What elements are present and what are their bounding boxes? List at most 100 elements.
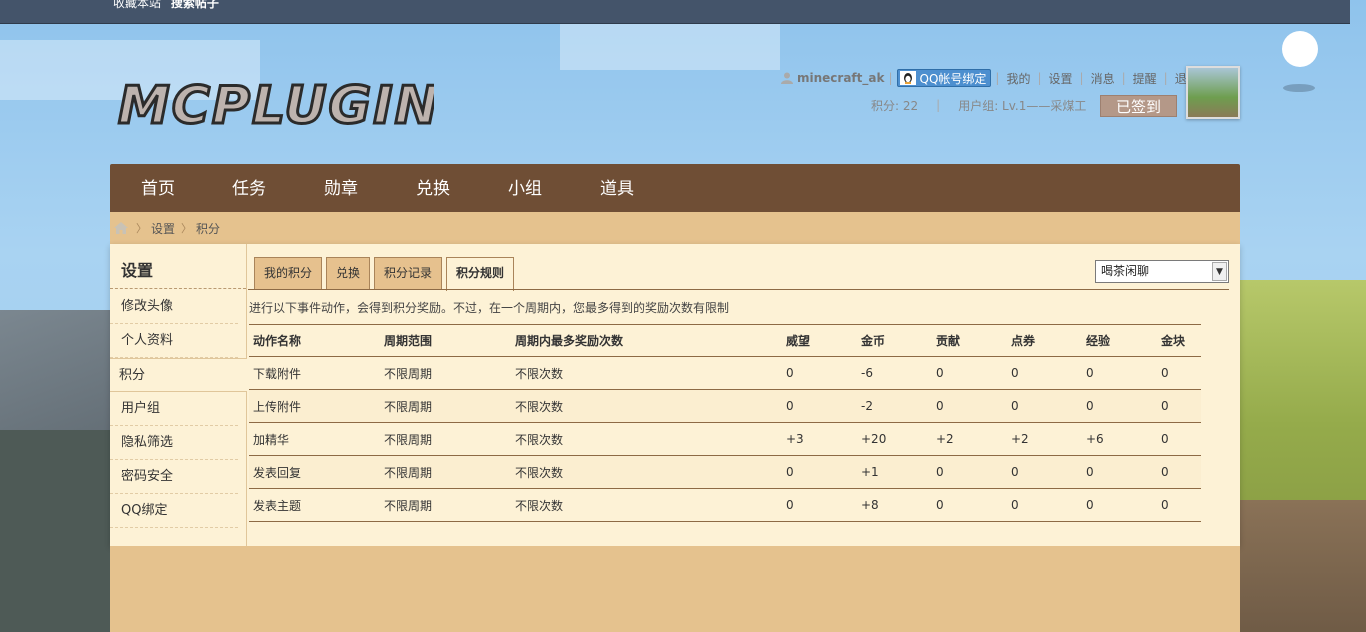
- floating-circle-button[interactable]: [1282, 31, 1318, 67]
- table-row: 发表回复 不限周期 不限次数 0 +1 0 0 0 0: [249, 455, 1201, 489]
- separator: |: [888, 71, 893, 85]
- sidebar-item-profile[interactable]: 个人资料: [110, 324, 238, 358]
- lower-panel: [110, 546, 1240, 632]
- main-nav: 首页 任务 勋章 兑换 小组 道具: [110, 164, 1240, 212]
- table-cell: +2: [1007, 422, 1082, 456]
- separator: |: [1079, 71, 1084, 85]
- table-cell: +6: [1082, 422, 1157, 456]
- table-row: 加精华 不限周期 不限次数 +3 +20 +2 +2 +6 0: [249, 422, 1201, 456]
- background-mountain: [0, 430, 110, 632]
- column-header: 贡献: [932, 324, 1007, 357]
- forum-select[interactable]: 喝茶闲聊 ▼: [1095, 260, 1229, 283]
- user-stats: 积分: 22 | 用户组: Lv.1——采煤工: [871, 95, 1086, 115]
- separator: |: [1037, 71, 1042, 85]
- chevron-right-icon: 〉: [136, 222, 147, 235]
- content-area: 我的积分 兑换 积分记录 积分规则 喝茶闲聊 ▼ 进行以下事件动作，会得到积分奖…: [248, 244, 1240, 546]
- table-cell: 不限周期: [380, 455, 511, 489]
- nav-item-exchange[interactable]: 兑换: [416, 164, 450, 212]
- sidebar-item-credits[interactable]: 积分: [110, 358, 247, 392]
- username-link[interactable]: minecraft_ak: [797, 71, 884, 85]
- column-header: 周期内最多奖励次数: [511, 324, 782, 357]
- table-cell: 不限周期: [380, 356, 511, 390]
- breadcrumb-credits[interactable]: 积分: [196, 220, 220, 237]
- table-cell: 下载附件: [249, 356, 380, 390]
- table-cell: 0: [782, 455, 857, 489]
- column-header: 周期范围: [380, 324, 511, 357]
- user-group-link[interactable]: 用户组: Lv.1——采煤工: [958, 97, 1086, 114]
- sidebar-item-qq-bind[interactable]: QQ绑定: [110, 494, 238, 528]
- tab-credit-rules[interactable]: 积分规则: [446, 257, 515, 291]
- nav-item-medals[interactable]: 勋章: [324, 164, 358, 212]
- table-cell: +20: [857, 422, 932, 456]
- nav-item-props[interactable]: 道具: [600, 164, 634, 212]
- home-icon[interactable]: [112, 220, 130, 236]
- column-header: 威望: [782, 324, 857, 357]
- table-cell: 不限次数: [511, 422, 782, 456]
- table-cell: 不限周期: [380, 488, 511, 522]
- site-logo[interactable]: MCPLUGIN: [114, 73, 435, 134]
- table-cell: 0: [932, 455, 1007, 489]
- sidebar-item-avatar[interactable]: 修改头像: [110, 290, 238, 324]
- table-cell: 0: [932, 356, 1007, 390]
- tabs-underline: [248, 289, 1229, 290]
- messages-link[interactable]: 消息: [1091, 70, 1115, 87]
- reminders-link[interactable]: 提醒: [1133, 70, 1157, 87]
- table-cell: 0: [782, 389, 857, 423]
- table-cell: +8: [857, 488, 932, 522]
- table-cell: 发表主题: [249, 488, 380, 522]
- sidebar-item-password[interactable]: 密码安全: [110, 460, 238, 494]
- table-cell: 不限周期: [380, 422, 511, 456]
- table-cell: 0: [1082, 455, 1157, 489]
- bookmark-site-link[interactable]: 收藏本站: [113, 0, 161, 10]
- tab-my-credits[interactable]: 我的积分: [254, 257, 323, 290]
- nav-item-groups[interactable]: 小组: [508, 164, 542, 212]
- column-header: 金块: [1157, 324, 1201, 357]
- table-row: 发表主题 不限周期 不限次数 0 +8 0 0 0 0: [249, 488, 1201, 522]
- table-cell: 发表回复: [249, 455, 380, 489]
- qq-bind-button[interactable]: QQ帐号绑定: [896, 69, 992, 87]
- breadcrumb-settings[interactable]: 设置: [151, 220, 175, 237]
- table-row: 下载附件 不限周期 不限次数 0 -6 0 0 0 0: [249, 356, 1201, 390]
- signed-in-button[interactable]: 已签到: [1100, 95, 1177, 117]
- table-cell: 0: [1007, 389, 1082, 423]
- table-cell: 0: [1082, 488, 1157, 522]
- user-icon: [781, 72, 793, 84]
- floating-button-shadow: [1283, 84, 1315, 92]
- table-cell: 0: [1082, 389, 1157, 423]
- qq-bind-label: QQ帐号绑定: [919, 71, 987, 86]
- user-links: minecraft_ak | QQ帐号绑定 | 我的 | 设置 | 消息 | 提…: [780, 68, 1202, 88]
- table-cell: 不限次数: [511, 455, 782, 489]
- tab-exchange[interactable]: 兑换: [326, 257, 371, 290]
- table-row: 上传附件 不限周期 不限次数 0 -2 0 0 0 0: [249, 389, 1201, 423]
- chevron-right-icon: 〉: [181, 222, 193, 235]
- column-header: 动作名称: [249, 324, 380, 357]
- column-header: 点券: [1007, 324, 1082, 357]
- rules-notice: 进行以下事件动作，会得到积分奖励。不过，在一个周期内，您最多得到的奖励次数有限制: [249, 301, 730, 315]
- background-dirt-block: [1240, 500, 1366, 632]
- search-posts-link[interactable]: 搜索帖子: [171, 0, 219, 10]
- tab-credit-log[interactable]: 积分记录: [374, 257, 443, 290]
- column-header: 经验: [1082, 324, 1157, 357]
- table-cell: +2: [932, 422, 1007, 456]
- table-cell: 0: [932, 389, 1007, 423]
- avatar[interactable]: [1186, 66, 1240, 119]
- table-cell: 0: [1157, 488, 1201, 522]
- separator: |: [936, 98, 941, 112]
- credits-link[interactable]: 积分: 22: [871, 97, 918, 114]
- table-cell: 加精华: [249, 422, 380, 456]
- table-cell: 0: [1082, 356, 1157, 390]
- table-cell: 0: [1007, 356, 1082, 390]
- table-cell: 0: [782, 356, 857, 390]
- sidebar-item-usergroup[interactable]: 用户组: [110, 392, 238, 426]
- table-cell: 不限次数: [511, 389, 782, 423]
- table-cell: -2: [857, 389, 932, 423]
- table-header-row: 动作名称 周期范围 周期内最多奖励次数 威望 金币 贡献 点券 经验 金块: [249, 324, 1201, 357]
- table-cell: -6: [857, 356, 932, 390]
- nav-item-home[interactable]: 首页: [141, 164, 175, 212]
- sidebar-item-privacy[interactable]: 隐私筛选: [110, 426, 238, 460]
- my-link[interactable]: 我的: [1006, 70, 1030, 87]
- chevron-down-icon: ▼: [1212, 262, 1227, 281]
- table-cell: 0: [932, 488, 1007, 522]
- settings-link[interactable]: 设置: [1049, 70, 1073, 87]
- nav-item-tasks[interactable]: 任务: [232, 164, 266, 212]
